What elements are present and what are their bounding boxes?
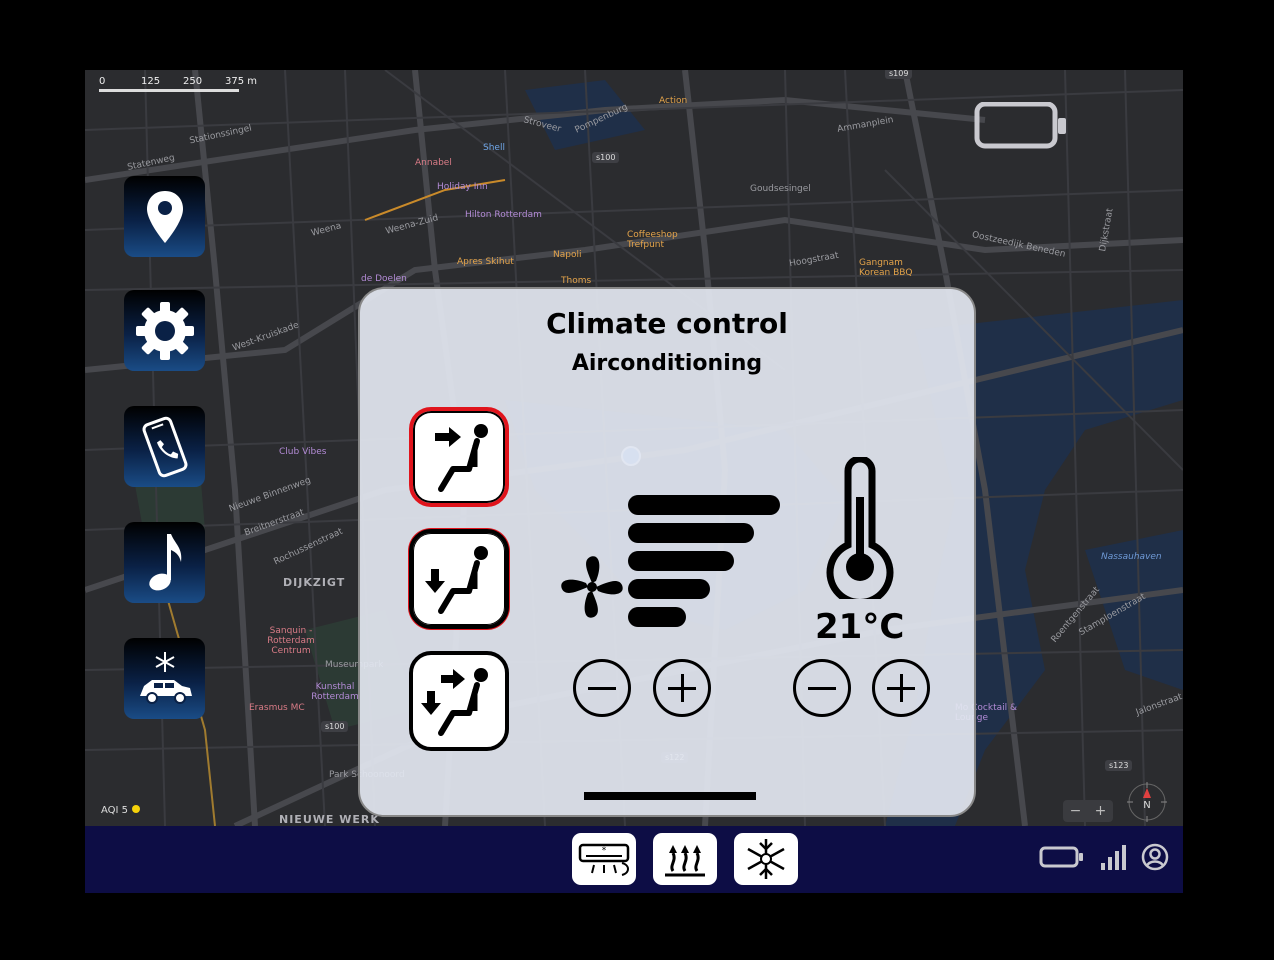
sidebar-item-music[interactable]	[124, 522, 205, 603]
temperature-increase-button[interactable]	[872, 659, 930, 717]
climate-panel: Climate control Airconditioning 21°C	[358, 287, 976, 817]
map-pin-icon	[146, 190, 183, 243]
music-note-icon	[148, 533, 181, 590]
map-label: Thoms	[561, 276, 592, 286]
map-label: Kunsthal Rotterdam	[311, 682, 359, 702]
user-icon[interactable]	[1141, 843, 1169, 871]
airflow-feet-icon	[425, 546, 488, 614]
map-label: Gangnam Korean BBQ	[859, 258, 913, 278]
map-label: DIJKZIGT	[283, 576, 346, 589]
thermometer-icon	[826, 457, 894, 599]
seat-heating-mode-button[interactable]	[653, 833, 717, 885]
fan-icon	[561, 556, 623, 618]
battery-icon	[1039, 846, 1083, 868]
map-label: Holiday Inn	[437, 182, 488, 192]
scale-tick: 250	[183, 76, 203, 87]
phone-icon	[142, 416, 187, 477]
status-icons	[1039, 843, 1169, 871]
map-label: Napoli	[553, 250, 582, 260]
map-label: Annabel	[415, 158, 452, 168]
fan-level-bars[interactable]	[628, 495, 784, 631]
map-label: Shell	[483, 143, 505, 153]
map-label: Coffeeshop Trefpunt	[627, 230, 678, 250]
sidebar-item-navigation[interactable]	[124, 176, 205, 257]
map-label: Erasmus MC	[249, 703, 305, 713]
sidebar-item-climate[interactable]	[124, 638, 205, 719]
road-shield: s100	[592, 152, 620, 163]
svg-text:*: *	[602, 846, 607, 856]
zoom-control: − +	[1063, 800, 1113, 822]
aqi-label: AQI 5	[101, 805, 129, 816]
road-shield: s123	[1105, 760, 1133, 771]
zoom-out-button[interactable]: −	[1070, 803, 1082, 819]
road-shield: s100	[321, 721, 349, 732]
zoom-in-button[interactable]: +	[1095, 803, 1107, 819]
defrost-icon	[747, 839, 785, 879]
battery-icon	[974, 102, 1066, 149]
map-label: Sanquin - Rotterdam Centrum	[267, 626, 315, 656]
map-scale: 0 125 250 375 m	[99, 76, 267, 92]
temperature-decrease-button[interactable]	[793, 659, 851, 717]
screen: Stationssingel Statenweg Annabel Holiday…	[85, 70, 1183, 893]
defrost-mode-button[interactable]	[734, 833, 798, 885]
aqi-indicator: AQI 5	[101, 805, 141, 816]
air-conditioner-icon: *	[578, 843, 630, 876]
aqi-dot	[132, 805, 141, 813]
scale-tick: 0	[99, 76, 106, 87]
map-label: de Doelen	[361, 274, 407, 284]
car-snowflake-icon	[139, 651, 192, 704]
sidebar-item-phone[interactable]	[124, 406, 205, 487]
panel-title: Climate control	[546, 307, 788, 340]
compass-icon[interactable]: N	[1125, 780, 1169, 824]
map-label: Nassauhaven	[1101, 552, 1162, 562]
airflow-feet-button[interactable]	[409, 529, 509, 629]
scale-tick: 125	[141, 76, 161, 87]
fan-increase-button[interactable]	[653, 659, 711, 717]
sidebar-item-settings[interactable]	[124, 290, 205, 371]
airflow-face-icon	[435, 424, 488, 492]
road-shield: s109	[885, 70, 913, 79]
fan-decrease-button[interactable]	[573, 659, 631, 717]
airflow-face-feet-button[interactable]	[409, 651, 509, 751]
gear-icon	[135, 301, 194, 360]
bottom-bar: *	[85, 826, 1183, 893]
map-label: Hilton Rotterdam	[465, 210, 542, 220]
airflow-face-button[interactable]	[409, 407, 509, 507]
map-label: Apres Skihut	[457, 257, 514, 267]
airconditioning-mode-button[interactable]: *	[572, 833, 636, 885]
panel-subtitle: Airconditioning	[571, 351, 763, 376]
map-label: Club Vibes	[279, 447, 327, 457]
heated-seat-icon	[665, 845, 705, 877]
signal-icon	[1101, 845, 1126, 870]
map-label: NIEUWE WERK	[279, 813, 380, 826]
airflow-face-feet-icon	[421, 668, 488, 736]
map-label: Action	[659, 96, 688, 106]
temperature-value: 21°C	[815, 607, 905, 647]
panel-close-handle[interactable]	[584, 792, 756, 800]
compass-label: N	[1143, 800, 1150, 811]
scale-bar	[99, 89, 239, 92]
scale-tick: 375 m	[225, 76, 258, 87]
map-label: Goudsesingel	[750, 184, 811, 194]
